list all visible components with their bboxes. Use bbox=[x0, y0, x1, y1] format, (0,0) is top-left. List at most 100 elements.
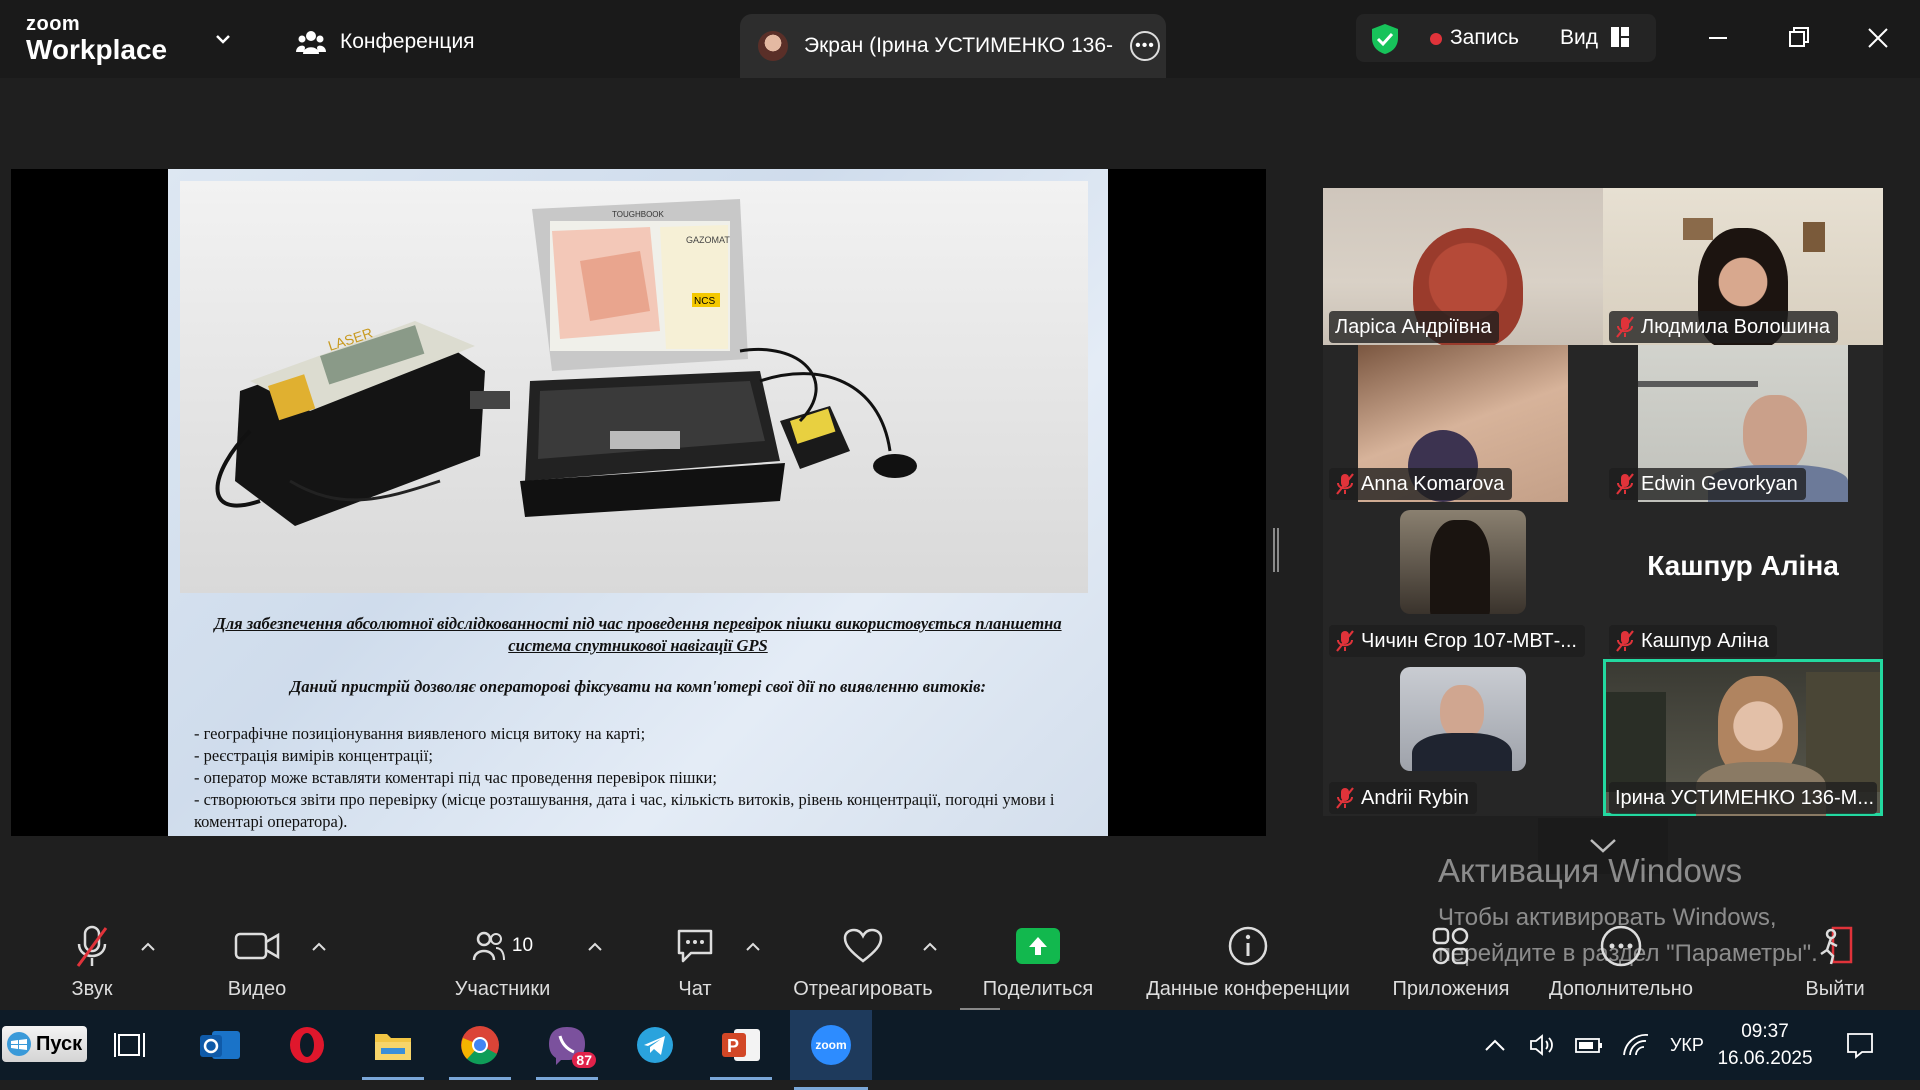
folder-icon bbox=[375, 1034, 411, 1060]
react-button[interactable]: Отреагировать bbox=[788, 906, 938, 1010]
watermark-title: Активация Windows bbox=[1438, 852, 1743, 889]
mic-muted-icon bbox=[1616, 473, 1634, 495]
participant-name: Кашпур Аліна bbox=[1609, 625, 1777, 657]
toughbook-label: TOUGHBOOK bbox=[612, 210, 665, 219]
info-icon bbox=[1228, 926, 1268, 966]
chevron-down-icon[interactable] bbox=[212, 28, 234, 50]
resize-handle[interactable] bbox=[1272, 528, 1280, 572]
start-label: Пуск bbox=[36, 1032, 83, 1055]
task-view-button[interactable] bbox=[95, 1020, 165, 1070]
chat-label: Чат bbox=[678, 978, 712, 1000]
windows-logo-icon bbox=[7, 1032, 31, 1056]
record-dot-icon bbox=[1430, 33, 1442, 45]
active-speaker-tile[interactable]: Ірина УСТИМЕНКО 136-М... bbox=[1603, 659, 1883, 816]
video-tile[interactable]: Andrii Rybin bbox=[1323, 659, 1603, 816]
restore-icon[interactable] bbox=[1780, 20, 1816, 56]
chevron-up-icon[interactable] bbox=[587, 940, 603, 952]
meeting-info-button[interactable]: Данные конференции bbox=[1138, 906, 1358, 1010]
leave-button[interactable]: Выйти bbox=[1800, 906, 1870, 1010]
mic-muted-icon bbox=[1336, 787, 1354, 809]
share-label: Поделиться bbox=[982, 978, 1094, 1000]
zoom-app-label: zoom bbox=[815, 1038, 847, 1052]
taskbar-viber[interactable]: 87 bbox=[532, 1020, 602, 1080]
list-item: - оператор може вставляти коментарі під … bbox=[194, 768, 717, 787]
chevron-up-icon[interactable] bbox=[1484, 1038, 1506, 1052]
video-tile[interactable]: Кашпур Аліна Кашпур Аліна bbox=[1603, 502, 1883, 659]
more-button[interactable]: Дополнительно bbox=[1546, 906, 1696, 1010]
mic-muted-icon bbox=[1616, 316, 1634, 338]
outlook-icon bbox=[200, 1031, 240, 1059]
taskbar-opera[interactable] bbox=[272, 1020, 342, 1070]
video-tile[interactable]: Anna Komarova bbox=[1323, 345, 1603, 502]
apps-button[interactable]: Приложения bbox=[1386, 906, 1516, 1010]
svg-text:P: P bbox=[727, 1036, 739, 1056]
taskbar-zoom[interactable]: zoom bbox=[790, 1010, 872, 1090]
participant-gallery: Ларіса Андріївна Людмила Волошина Anna K… bbox=[1323, 188, 1883, 818]
leave-label: Выйти bbox=[1805, 978, 1865, 1000]
shared-screen: LASER GAZOMAT NCS TOUGHBOOK Для забезпеч… bbox=[11, 169, 1266, 836]
record-indicator[interactable]: Запись bbox=[1450, 26, 1519, 50]
powerpoint-icon: P bbox=[722, 1029, 760, 1061]
video-tile[interactable]: Edwin Gevorkyan bbox=[1603, 345, 1883, 502]
zoom-logo: zoom Workplace bbox=[26, 14, 167, 64]
tab-screen[interactable]: Экран (Ірина УСТИМЕНКО 136-М ••• bbox=[740, 14, 1166, 78]
system-tray: УКР bbox=[1484, 1010, 1704, 1080]
participant-name: Чичин Єгор 107-МВТ-... bbox=[1329, 625, 1585, 657]
view-button[interactable]: Вид bbox=[1560, 26, 1598, 50]
keyboard-language[interactable]: УКР bbox=[1670, 1035, 1704, 1056]
minimize-icon[interactable] bbox=[1700, 20, 1736, 56]
chevron-up-icon[interactable] bbox=[745, 940, 761, 952]
video-tile[interactable]: Ларіса Андріївна bbox=[1323, 188, 1603, 345]
audio-label: Звук bbox=[71, 978, 113, 1000]
mic-muted-icon bbox=[76, 925, 108, 967]
video-tile[interactable]: Чичин Єгор 107-МВТ-... bbox=[1323, 502, 1603, 659]
title-bar: zoom Workplace Конференция Экран (Ірина … bbox=[0, 0, 1920, 78]
video-label: Видео bbox=[227, 978, 287, 1000]
system-clock[interactable]: 09:37 16.06.2025 bbox=[1700, 1018, 1830, 1072]
logo-line1: zoom bbox=[26, 13, 81, 35]
meeting-info-label: Данные конференции bbox=[1146, 978, 1350, 1000]
share-button[interactable]: Поделиться bbox=[978, 906, 1098, 1010]
meeting-toolbar: Звук Видео 10 Участники Чат Отреагироват… bbox=[0, 906, 1920, 1010]
telegram-icon bbox=[637, 1027, 673, 1063]
chevron-up-icon[interactable] bbox=[922, 940, 938, 952]
more-label: Дополнительно bbox=[1549, 978, 1693, 1000]
chevron-up-icon[interactable] bbox=[311, 940, 327, 952]
taskbar-outlook[interactable] bbox=[185, 1020, 255, 1070]
video-tile[interactable]: Людмила Волошина bbox=[1603, 188, 1883, 345]
logo-line2: Workplace bbox=[26, 34, 168, 65]
ncs-label: NCS bbox=[694, 296, 715, 307]
participants-label: Участники bbox=[454, 978, 551, 1000]
slide-bullet-list: - географічне позиціонування виявленого … bbox=[168, 723, 1108, 833]
notification-badge: 87 bbox=[572, 1052, 596, 1068]
chevron-up-icon[interactable] bbox=[140, 940, 156, 952]
gas-detector-image: LASER bbox=[215, 321, 510, 526]
wifi-icon[interactable] bbox=[1622, 1033, 1650, 1057]
list-item: - реєстрація вимірів концентрації; bbox=[194, 746, 433, 765]
mic-muted-icon bbox=[1616, 630, 1634, 652]
chat-button[interactable]: Чат bbox=[670, 906, 720, 1010]
slide-caption: Для забезпечення абсолютної відслідкован… bbox=[214, 614, 1062, 655]
taskbar-telegram[interactable] bbox=[620, 1020, 690, 1070]
taskbar-file-explorer[interactable] bbox=[358, 1020, 428, 1080]
clock-date: 16.06.2025 bbox=[1717, 1048, 1813, 1069]
taskbar-powerpoint[interactable]: P bbox=[706, 1020, 776, 1080]
tab-conference[interactable]: Конференция bbox=[296, 22, 475, 62]
grid-view-icon[interactable] bbox=[1610, 26, 1630, 48]
tab-conference-label: Конференция bbox=[340, 30, 475, 53]
close-icon[interactable] bbox=[1860, 20, 1896, 56]
participants-count: 10 bbox=[511, 935, 534, 956]
notifications-icon[interactable] bbox=[1845, 1030, 1875, 1060]
more-icon[interactable]: ••• bbox=[1130, 31, 1160, 61]
slide-text: Для забезпечення абсолютної відслідкован… bbox=[168, 613, 1108, 833]
participant-name: Edwin Gevorkyan bbox=[1609, 468, 1806, 500]
shield-icon[interactable] bbox=[1370, 23, 1400, 55]
participants-button[interactable]: 10 Участники bbox=[450, 906, 555, 1010]
volume-icon[interactable] bbox=[1528, 1033, 1556, 1057]
taskbar-chrome[interactable] bbox=[445, 1020, 515, 1080]
audio-button[interactable]: Звук bbox=[62, 906, 122, 1010]
start-button[interactable]: Пуск bbox=[2, 1026, 87, 1062]
clock-time: 09:37 bbox=[1741, 1021, 1789, 1042]
video-button[interactable]: Видео bbox=[222, 906, 292, 1010]
battery-icon[interactable] bbox=[1574, 1034, 1604, 1056]
